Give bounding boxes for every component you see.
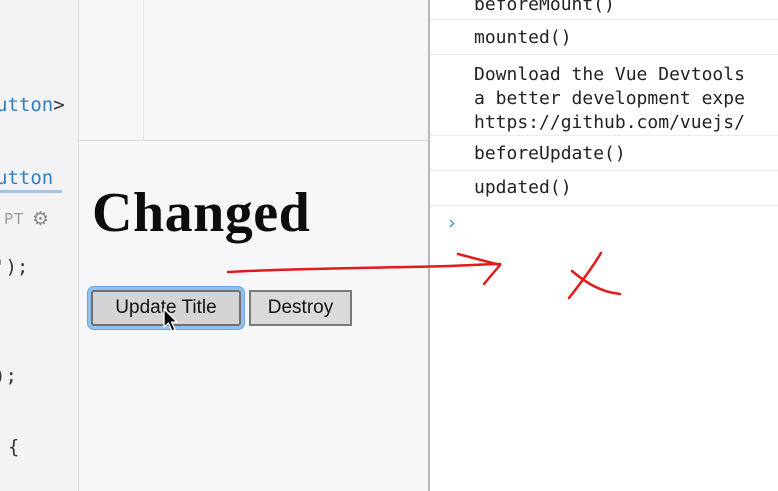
code-line: '); bbox=[0, 256, 29, 278]
code-line: ); bbox=[0, 365, 17, 387]
code-editor[interactable]: utton> utton PT ⚙ '); ); { bbox=[0, 0, 79, 491]
preview-header-area bbox=[79, 0, 428, 141]
editor-tab-label: PT bbox=[4, 210, 25, 228]
console-panel[interactable]: beforeMount() mounted() Download the Vue… bbox=[430, 0, 778, 491]
destroy-button[interactable]: Destroy bbox=[249, 290, 352, 326]
divider bbox=[143, 0, 144, 140]
console-log-row: Download the Vue Devtools a better devel… bbox=[430, 55, 778, 136]
console-prompt-icon[interactable]: › bbox=[446, 212, 457, 234]
code-line: utton> bbox=[0, 94, 65, 116]
console-log-row: beforeMount() bbox=[430, 0, 778, 20]
code-line: { bbox=[8, 436, 20, 458]
page-title: Changed bbox=[92, 182, 311, 244]
editor-settings-tab[interactable]: PT ⚙ bbox=[0, 206, 78, 234]
result-preview: Changed Update Title Destroy bbox=[79, 141, 428, 491]
console-log-row: beforeUpdate() bbox=[430, 136, 778, 171]
gear-icon[interactable]: ⚙ bbox=[32, 208, 49, 230]
console-log-row: mounted() bbox=[430, 19, 778, 55]
console-log-row: updated() bbox=[430, 171, 778, 206]
mouse-cursor-icon bbox=[163, 308, 178, 332]
selection-underline bbox=[0, 190, 62, 193]
code-line: utton bbox=[0, 167, 54, 189]
